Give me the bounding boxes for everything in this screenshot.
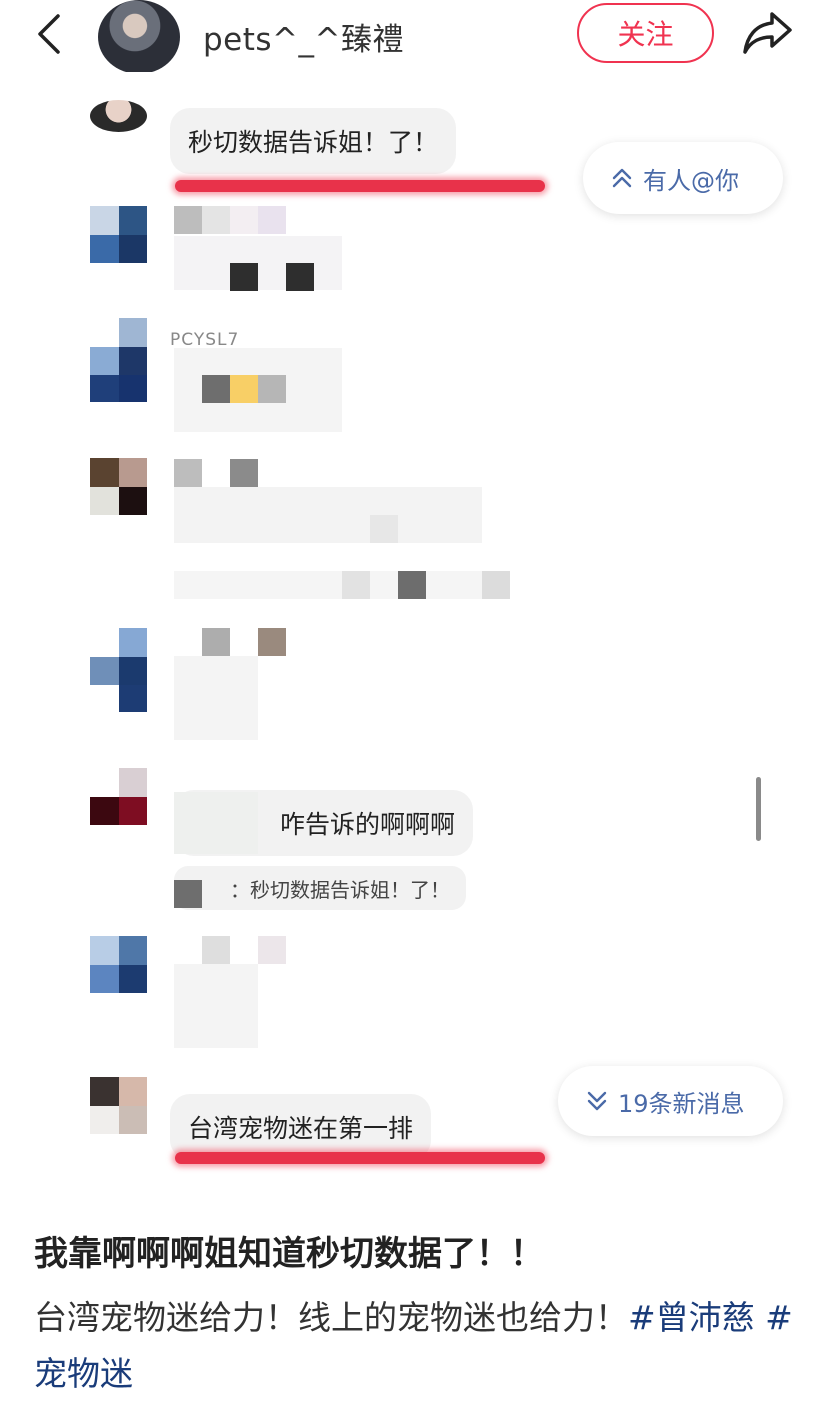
message-text: 咋告诉的啊啊啊	[280, 810, 456, 839]
mosaic-block	[202, 375, 230, 403]
post-title: 我靠啊啊啊姐知道秒切数据了！！	[34, 1234, 544, 1274]
mosaic-block	[370, 515, 398, 543]
message-bubble: 台湾宠物迷在第一排	[170, 1094, 432, 1160]
mosaic-block	[258, 375, 286, 403]
sender-avatar	[90, 318, 147, 402]
mosaic-block	[174, 487, 482, 543]
mosaic-block	[230, 263, 258, 291]
mosaic-block	[342, 571, 370, 599]
mosaic-block	[258, 206, 286, 234]
sender-avatar	[90, 768, 147, 825]
chevron-left-icon	[38, 14, 60, 54]
double-chevron-down-icon	[587, 1091, 607, 1111]
mosaic-block	[398, 571, 426, 599]
mosaic-block	[230, 459, 258, 487]
quoted-text: ：秒切数据告诉姐！了！	[230, 877, 450, 902]
mosaic-block	[174, 964, 258, 1048]
hashtag-link[interactable]: #曾沛慈	[628, 1298, 755, 1337]
mosaic-block	[174, 459, 202, 487]
highlight-underline	[175, 1152, 545, 1164]
mosaic-block	[174, 236, 342, 290]
author-avatar[interactable]	[98, 0, 180, 74]
chat-screenshot: 秒切数据告诉姐！了！ 有人@你 PCYSL7 咋告诉的啊啊啊 ：秒切数据告诉姐！…	[0, 72, 828, 1192]
share-button[interactable]	[740, 8, 796, 58]
double-chevron-up-icon	[612, 168, 632, 188]
mosaic-block	[174, 656, 258, 740]
sender-avatar	[90, 100, 147, 132]
new-messages-label: 19条新消息	[618, 1089, 745, 1118]
sender-avatar	[90, 628, 147, 712]
mention-pill-label: 有人@你	[643, 166, 739, 195]
sender-avatar	[90, 458, 147, 515]
mosaic-block	[174, 206, 202, 234]
mention-pill[interactable]: 有人@你	[583, 142, 783, 214]
post-header: pets^_^臻禮 关注	[0, 0, 828, 74]
post-description: 台湾宠物迷给力！线上的宠物迷也给力！#曾沛慈 #宠物迷	[34, 1290, 794, 1402]
partial-username: PCYSL7	[170, 330, 240, 350]
mosaic-block	[286, 263, 314, 291]
mosaic-block	[202, 628, 230, 656]
sender-avatar	[90, 206, 147, 263]
mosaic-block	[174, 880, 202, 908]
sender-avatar	[90, 1077, 147, 1134]
new-messages-pill[interactable]: 19条新消息	[558, 1066, 783, 1136]
mosaic-block	[258, 936, 286, 964]
mosaic-block	[202, 206, 230, 234]
mosaic-block	[174, 792, 258, 854]
mosaic-block	[230, 206, 258, 234]
highlight-underline	[175, 180, 545, 192]
scrollbar[interactable]	[756, 777, 761, 841]
mosaic-block	[258, 628, 286, 656]
message-bubble: 秒切数据告诉姐！了！	[170, 108, 457, 174]
mosaic-block	[202, 936, 230, 964]
mosaic-block	[482, 571, 510, 599]
post-body-text: 台湾宠物迷给力！线上的宠物迷也给力！	[34, 1298, 628, 1337]
follow-button[interactable]: 关注	[577, 3, 714, 63]
mosaic-block	[230, 375, 258, 403]
share-arrow-icon	[743, 12, 792, 54]
author-name[interactable]: pets^_^臻禮	[203, 14, 404, 59]
sender-avatar	[90, 936, 147, 993]
back-button[interactable]	[30, 12, 74, 56]
quoted-reply: ：秒切数据告诉姐！了！	[174, 866, 466, 910]
